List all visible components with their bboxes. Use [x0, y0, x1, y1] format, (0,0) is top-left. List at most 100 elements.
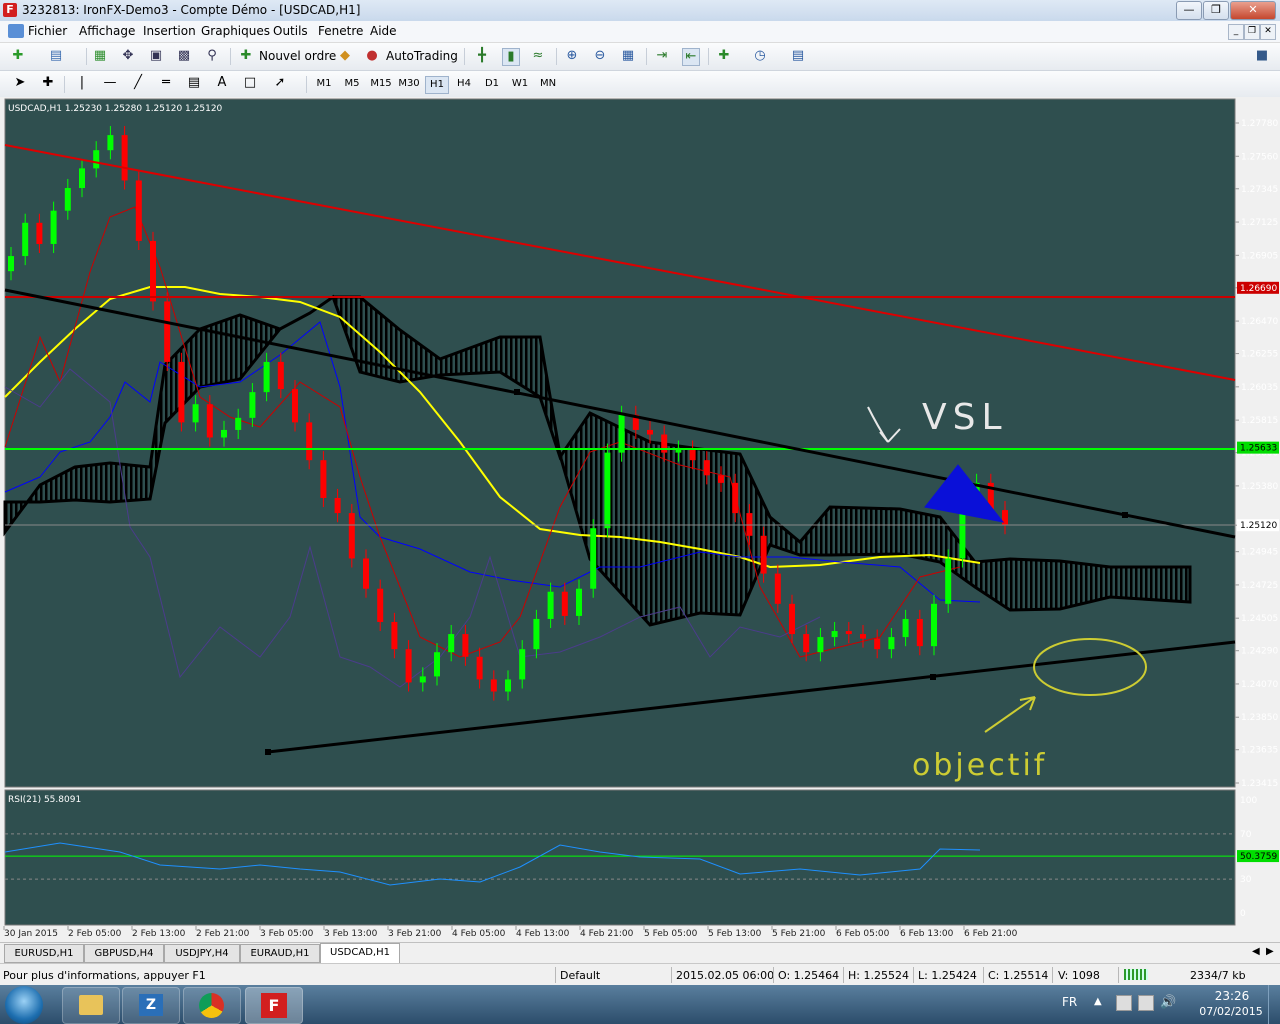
tab-gbpusd-h4[interactable]: GBPUSD,H4: [84, 944, 164, 963]
time-label: 2 Feb 05:00: [68, 929, 122, 939]
price-chart[interactable]: 1.27780 1.27560 1.27345 1.27125 1.26905 1.266…: [0, 97, 1280, 940]
metaeditor-icon[interactable]: ◆: [337, 48, 353, 64]
menu-fenetre[interactable]: Fenetre: [318, 24, 363, 38]
menu-graphiques[interactable]: Graphiques: [201, 24, 270, 38]
profiles-icon[interactable]: ▤: [48, 48, 64, 64]
mdi-minimize-button[interactable]: _: [1228, 24, 1244, 40]
market-watch-icon[interactable]: ▦: [92, 48, 108, 64]
minimize-button[interactable]: —: [1176, 1, 1202, 20]
price-label: 1.26905: [1241, 251, 1278, 261]
taskbar-app-z[interactable]: Z: [122, 987, 180, 1024]
vertical-line-icon[interactable]: |: [74, 75, 90, 91]
horizontal-line-icon[interactable]: —: [102, 75, 118, 91]
tray-arrow-icon[interactable]: ▲: [1094, 996, 1102, 1007]
tray-flag-icon[interactable]: [1138, 995, 1154, 1011]
close-button[interactable]: ✕: [1230, 1, 1276, 20]
timeframe-mn[interactable]: MN: [537, 76, 559, 92]
crosshair-icon[interactable]: ✚: [40, 75, 56, 91]
taskbar-metatrader[interactable]: F: [245, 987, 303, 1024]
menu-outils[interactable]: Outils: [273, 24, 308, 38]
zoom-icon[interactable]: ⚲: [204, 48, 220, 64]
menu-insertion[interactable]: Insertion: [143, 24, 196, 38]
timeframe-h1[interactable]: H1: [425, 76, 449, 94]
price-label: 1.24070: [1241, 680, 1278, 690]
terminal-icon[interactable]: ▣: [148, 48, 164, 64]
candle-body: [789, 603, 795, 635]
timeframe-h4[interactable]: H4: [453, 76, 475, 92]
line-chart-icon[interactable]: ≈: [530, 48, 546, 64]
timeframe-m30[interactable]: M30: [397, 76, 421, 92]
timeframe-m1[interactable]: M1: [313, 76, 335, 92]
zoom-out-icon[interactable]: ⊖: [592, 48, 608, 64]
volume-icon[interactable]: 🔊: [1160, 995, 1176, 1010]
restore-button[interactable]: ❐: [1203, 1, 1229, 20]
indicators-icon[interactable]: ✚: [716, 48, 732, 64]
tab-usdcad-h1[interactable]: USDCAD,H1: [320, 943, 400, 963]
tab-scroll-right-icon[interactable]: ▶: [1266, 946, 1274, 957]
text-tool-icon[interactable]: A: [214, 75, 230, 91]
candlestick-icon[interactable]: ▮: [502, 48, 520, 66]
strategy-tester-icon[interactable]: ▩: [176, 48, 192, 64]
autotrading-button[interactable]: AutoTrading: [386, 47, 458, 65]
bar-chart-icon[interactable]: ╋: [474, 48, 490, 64]
menu-fichier[interactable]: Fichier: [28, 24, 67, 38]
show-desktop-button[interactable]: [1268, 985, 1280, 1024]
taskbar-explorer[interactable]: [62, 987, 120, 1024]
navigator-icon[interactable]: ✥: [120, 48, 136, 64]
time-label: 3 Feb 21:00: [388, 929, 442, 939]
price-label: 1.25815: [1241, 416, 1278, 426]
arrows-icon[interactable]: ➚: [272, 75, 288, 91]
candle-body: [22, 222, 29, 257]
time-label: 30 Jan 2015: [4, 929, 58, 939]
autotrading-icon[interactable]: ●: [364, 48, 380, 64]
chart-shift-icon[interactable]: ⇤: [682, 48, 700, 66]
rsi-label: 70: [1240, 830, 1252, 840]
candle-body: [476, 656, 483, 680]
cursor-icon[interactable]: ➤: [12, 75, 28, 91]
candle-body: [263, 361, 270, 393]
network-icon[interactable]: [1116, 995, 1132, 1011]
zoom-in-icon[interactable]: ⊕: [564, 48, 580, 64]
candle-body: [36, 222, 43, 244]
auto-scroll-icon[interactable]: ⇥: [654, 48, 670, 64]
menu-affichage[interactable]: Affichage: [79, 24, 135, 38]
candle-body: [718, 475, 724, 483]
tab-scroll-left-icon[interactable]: ◀: [1252, 946, 1260, 957]
mdi-close-button[interactable]: ✕: [1260, 24, 1276, 40]
new-chart-icon[interactable]: ✚: [10, 48, 26, 64]
timeframe-m15[interactable]: M15: [369, 76, 393, 92]
candle-body: [647, 429, 653, 435]
candle-body: [434, 652, 440, 677]
mdi-restore-button[interactable]: ❐: [1244, 24, 1260, 40]
timeframe-d1[interactable]: D1: [481, 76, 503, 92]
periods-icon[interactable]: ◷: [752, 48, 768, 64]
timeframe-w1[interactable]: W1: [509, 76, 531, 92]
app-logo-icon: F: [3, 3, 17, 17]
start-button[interactable]: [5, 986, 43, 1024]
trendline-icon[interactable]: ╱: [130, 75, 146, 91]
tile-windows-icon[interactable]: ▦: [620, 48, 636, 64]
tab-euraud-h1[interactable]: EURAUD,H1: [240, 944, 320, 963]
tab-eurusd-h1[interactable]: EURUSD,H1: [4, 944, 84, 963]
rsi-header: RSI(21) 55.8091: [8, 795, 81, 805]
price-label: 1.25380: [1241, 482, 1278, 492]
community-icon[interactable]: ■: [1254, 48, 1270, 64]
fibonacci-icon[interactable]: ▤: [186, 75, 202, 91]
templates-icon[interactable]: ▤: [790, 48, 806, 64]
candle-body: [547, 591, 554, 619]
new-order-icon[interactable]: ✚: [238, 48, 254, 64]
close-icon: ✕: [1248, 3, 1258, 16]
price-label: 1.26255: [1241, 350, 1278, 360]
chart-window-icon: [8, 24, 24, 38]
candle-body: [817, 637, 824, 653]
candle-body: [206, 404, 213, 438]
timeframe-m5[interactable]: M5: [341, 76, 363, 92]
tab-usdjpy-h4[interactable]: USDJPY,H4: [164, 944, 240, 963]
menu-aide[interactable]: Aide: [370, 24, 397, 38]
text-label-icon[interactable]: □: [242, 75, 258, 91]
taskbar-chrome[interactable]: [183, 987, 241, 1024]
equidistant-channel-icon[interactable]: ═: [158, 75, 174, 91]
language-indicator[interactable]: FR: [1062, 995, 1077, 1009]
new-order-button[interactable]: Nouvel ordre: [259, 47, 336, 65]
candle-body: [320, 460, 327, 498]
